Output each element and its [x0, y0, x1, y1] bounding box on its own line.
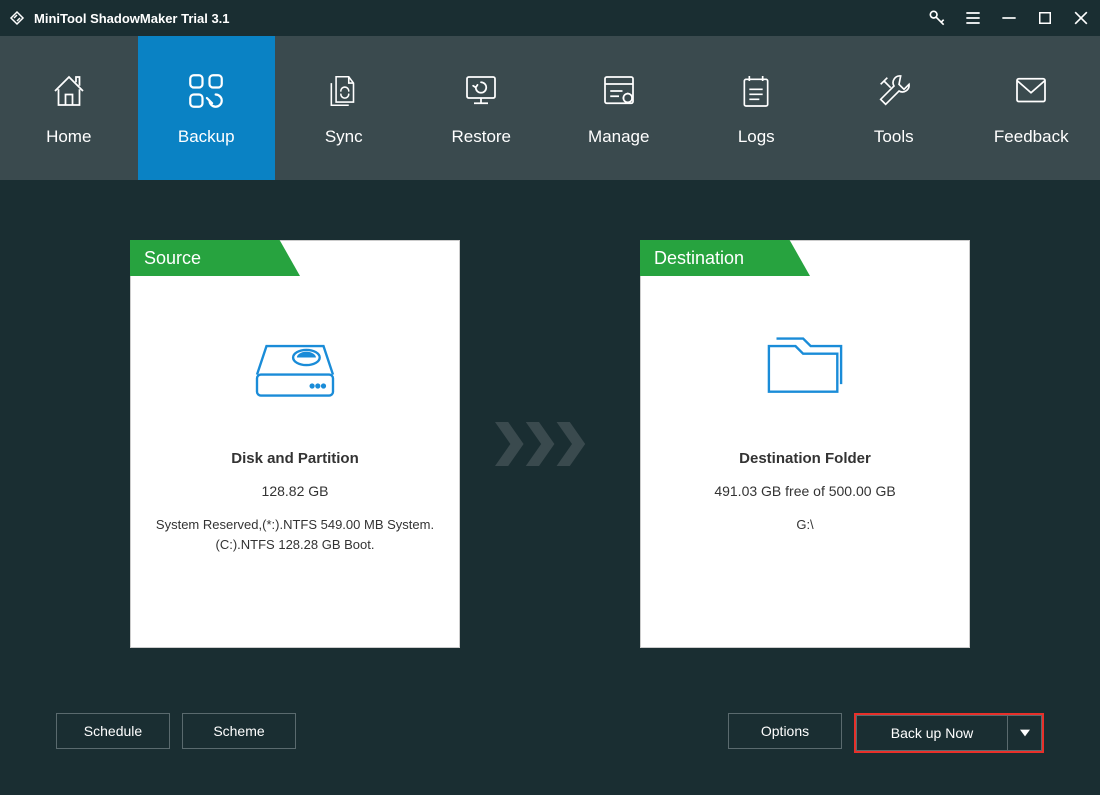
source-card[interactable]: Source Disk and Partition 128.82 GB Syst…	[130, 240, 460, 648]
feedback-icon	[1009, 69, 1053, 113]
maximize-icon[interactable]	[1034, 7, 1056, 29]
destination-card[interactable]: Destination Destination Folder 491.03 GB…	[640, 240, 970, 648]
tools-icon	[872, 69, 916, 113]
source-size: 128.82 GB	[262, 483, 329, 499]
nav-feedback[interactable]: Feedback	[963, 36, 1100, 180]
close-icon[interactable]	[1070, 7, 1092, 29]
scheme-button[interactable]: Scheme	[182, 713, 296, 749]
folder-icon	[757, 329, 853, 410]
nav-label: Tools	[874, 127, 914, 147]
nav-label: Feedback	[994, 127, 1069, 147]
disk-icon	[247, 329, 343, 410]
navbar: Home Backup Sync Restore Manage Logs T	[0, 36, 1100, 180]
source-tab-label: Source	[130, 240, 300, 276]
nav-tools[interactable]: Tools	[825, 36, 963, 180]
backup-now-button[interactable]: Back up Now	[856, 715, 1008, 751]
home-icon	[47, 69, 91, 113]
nav-label: Sync	[325, 127, 363, 147]
destination-size: 491.03 GB free of 500.00 GB	[714, 483, 895, 499]
arrow-icon	[495, 422, 605, 466]
nav-home[interactable]: Home	[0, 36, 138, 180]
destination-detail: G:\	[784, 515, 825, 535]
source-detail: System Reserved,(*:).NTFS 549.00 MB Syst…	[131, 515, 459, 554]
key-icon[interactable]	[926, 7, 948, 29]
app-logo-icon	[8, 9, 26, 27]
nav-restore[interactable]: Restore	[413, 36, 551, 180]
footer-bar: Schedule Scheme Options Back up Now	[0, 713, 1100, 753]
nav-label: Backup	[178, 127, 235, 147]
nav-manage[interactable]: Manage	[550, 36, 688, 180]
backup-dropdown-button[interactable]	[1008, 715, 1042, 751]
restore-icon	[459, 69, 503, 113]
titlebar: MiniTool ShadowMaker Trial 3.1	[0, 0, 1100, 36]
minimize-icon[interactable]	[998, 7, 1020, 29]
schedule-button[interactable]: Schedule	[56, 713, 170, 749]
nav-logs[interactable]: Logs	[688, 36, 826, 180]
manage-icon	[597, 69, 641, 113]
nav-label: Logs	[738, 127, 775, 147]
source-title: Disk and Partition	[231, 450, 359, 467]
app-title: MiniTool ShadowMaker Trial 3.1	[34, 11, 230, 26]
nav-label: Manage	[588, 127, 649, 147]
nav-sync[interactable]: Sync	[275, 36, 413, 180]
backup-button-group: Back up Now	[854, 713, 1044, 753]
content-area: Source Disk and Partition 128.82 GB Syst…	[0, 180, 1100, 678]
options-button[interactable]: Options	[728, 713, 842, 749]
logs-icon	[734, 69, 778, 113]
nav-label: Home	[46, 127, 91, 147]
destination-tab-label: Destination	[640, 240, 810, 276]
menu-icon[interactable]	[962, 7, 984, 29]
nav-label: Restore	[451, 127, 511, 147]
sync-icon	[322, 69, 366, 113]
nav-backup[interactable]: Backup	[138, 36, 276, 180]
backup-icon	[184, 69, 228, 113]
destination-title: Destination Folder	[739, 450, 871, 467]
